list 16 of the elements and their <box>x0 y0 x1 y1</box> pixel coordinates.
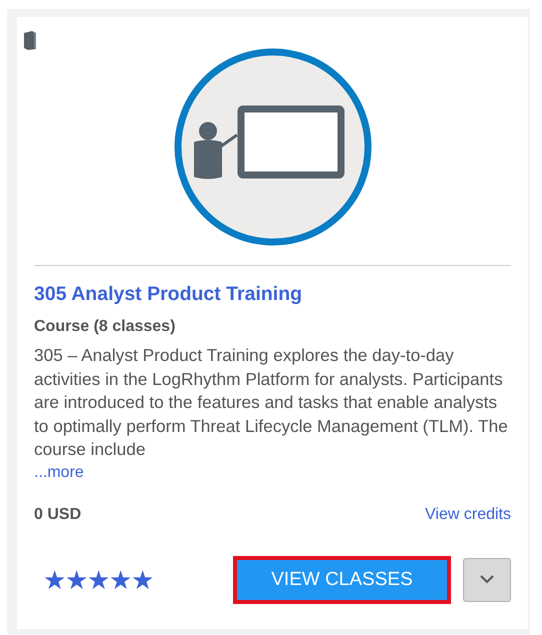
view-credits-link[interactable]: View credits <box>425 506 511 524</box>
dropdown-button[interactable] <box>463 558 511 602</box>
star-icon: ★ <box>109 566 132 592</box>
view-classes-button[interactable]: VIEW CLASSES <box>237 560 447 600</box>
star-icon: ★ <box>43 566 66 592</box>
course-title-link[interactable]: 305 Analyst Product Training <box>34 283 302 306</box>
book-icon <box>23 30 37 50</box>
presentation-icon <box>172 47 372 247</box>
star-icon: ★ <box>65 566 88 592</box>
star-icon: ★ <box>87 566 110 592</box>
more-link[interactable]: ...more <box>34 462 84 484</box>
price: 0 USD <box>34 506 82 524</box>
course-description: 305 – Analyst Product Training explores the day-to-day activities in the LogRhythm Platform for analysts. Participants are introduced to the features and tasks that enable analysts to optimally perform Threat Lifecycle Management (TLM). The course include <box>34 344 509 461</box>
course-type: Course (8 classes) <box>34 318 176 336</box>
star-icon: ★ <box>131 566 154 592</box>
chevron-down-icon <box>480 575 494 584</box>
